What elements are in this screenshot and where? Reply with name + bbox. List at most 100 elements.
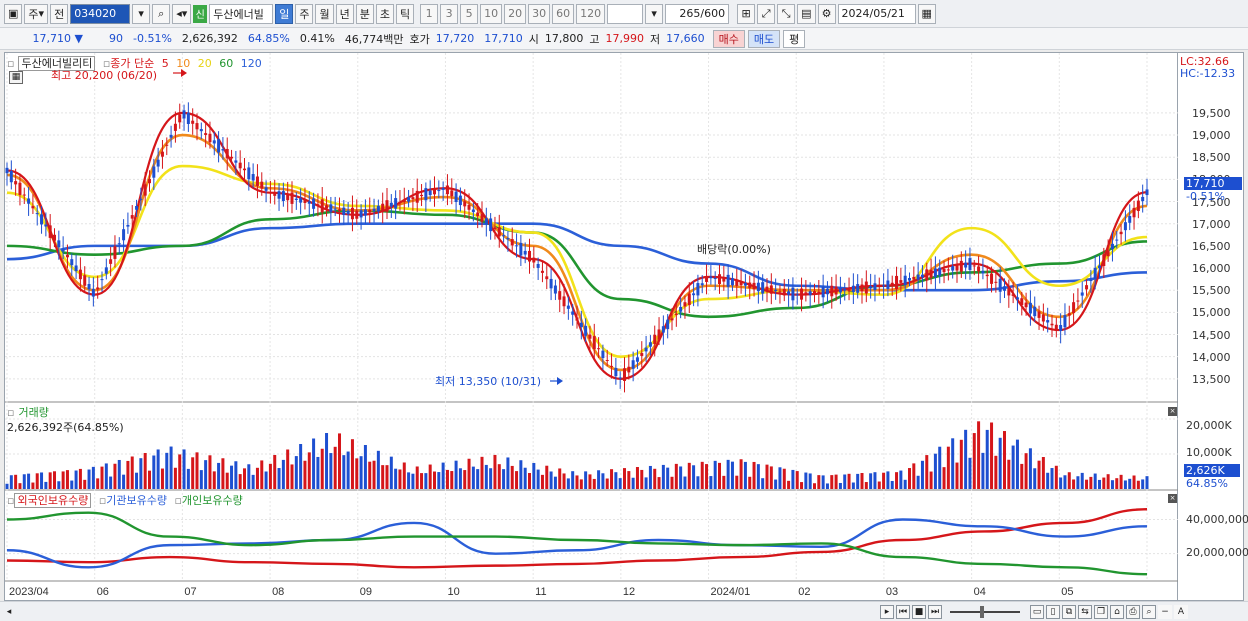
candle-body <box>553 285 557 294</box>
buy-button[interactable]: 매수 <box>712 29 745 48</box>
speaker-icon[interactable]: ◂▾ <box>172 3 192 24</box>
average-button[interactable]: 평 <box>783 29 806 48</box>
volume-bar <box>584 471 588 489</box>
code-dropdown-icon[interactable]: ▾ <box>132 3 151 24</box>
bottom-scroll-bar: ◂ ▸ ⏮ ■ ⏭ ▭ ▯ ⧉ ⇆ ❐ ⌂ ⎙ ⌕ − A <box>0 601 1248 621</box>
font-size-icon[interactable]: A <box>1174 604 1188 619</box>
volume-bar <box>761 478 765 489</box>
panel-add-icon[interactable]: ▭ <box>1030 604 1044 619</box>
period-second-button[interactable]: 초 <box>375 3 394 24</box>
interval-dropdown-icon[interactable]: ▾ <box>645 3 664 24</box>
period-week-button[interactable]: 주 <box>295 3 314 24</box>
rewind-icon[interactable]: ⏮ <box>896 604 910 619</box>
panel-close-icon[interactable]: × <box>1168 407 1177 416</box>
panel-split-icon[interactable]: ▯ <box>1046 604 1060 619</box>
candle-body <box>441 188 445 190</box>
zoom-slider-thumb[interactable] <box>980 605 984 618</box>
hts-chart-window: ▣ 주 ▾ 전 034020 ▾ ⌕ ◂▾ 신 두산에너빌 일 주 월 년 분 초… <box>0 0 1248 621</box>
horizontal-scrollbar[interactable] <box>16 606 878 618</box>
interval-5-button[interactable]: 5 <box>460 3 479 24</box>
zoom-out-icon[interactable]: − <box>1158 604 1172 619</box>
grid-tools-icon[interactable]: ⊞ <box>737 3 756 24</box>
chart-canvas[interactable]: 2023/04060708091011122024/010203040505/2… <box>5 53 1179 602</box>
candle-body <box>1102 254 1106 267</box>
period-minute-button[interactable]: 분 <box>355 3 374 24</box>
period-tick-button[interactable]: 틱 <box>395 3 415 24</box>
x-tick-label: 03 <box>886 586 898 598</box>
x-tick-label: 09 <box>360 586 372 598</box>
magnify-icon[interactable]: ⌕ <box>1142 604 1156 619</box>
candle-body <box>730 278 734 286</box>
low-label: 저 <box>650 32 661 46</box>
print-icon[interactable]: ⎙ <box>1126 604 1140 619</box>
candle-body <box>117 243 121 245</box>
period-mode-select[interactable]: 주 ▾ <box>24 3 49 24</box>
candle-body <box>363 209 367 216</box>
link-icon[interactable]: ⇆ <box>1078 604 1092 619</box>
candle-body <box>234 160 238 163</box>
prev-button[interactable]: 전 <box>50 3 69 24</box>
calendar-icon[interactable]: ▦ <box>917 3 936 24</box>
volume-bar <box>825 483 829 489</box>
period-month-button[interactable]: 월 <box>315 3 334 24</box>
gear-icon[interactable]: ⚙ <box>817 3 836 24</box>
chart-settings-icon[interactable]: ▦ <box>9 71 23 84</box>
window-copy-icon[interactable]: ⧉ <box>1062 604 1076 619</box>
scroll-right-icon[interactable]: ▸ <box>880 604 894 619</box>
volume-bar <box>173 467 177 489</box>
stock-name-field[interactable]: 두산에너빌 <box>209 3 274 24</box>
chart-expand-icon[interactable]: ⤡ <box>777 3 796 24</box>
candle-body <box>96 287 100 290</box>
period-year-button[interactable]: 년 <box>335 3 354 24</box>
volume-bar <box>532 462 536 489</box>
lock-icon[interactable]: ⌂ <box>1110 604 1124 619</box>
volume-bar <box>148 470 151 489</box>
search-icon[interactable]: ⌕ <box>152 3 171 24</box>
interval-30-button[interactable]: 30 <box>528 3 551 24</box>
volume-bar <box>813 483 816 489</box>
chart-area[interactable]: 2023/04060708091011122024/010203040505/2… <box>4 52 1179 602</box>
forward-icon[interactable]: ⏭ <box>928 604 942 619</box>
volume-bar <box>182 449 186 489</box>
stock-tag-badge: 신 <box>193 4 208 23</box>
candle-body <box>795 294 799 296</box>
volume-bar <box>955 462 959 489</box>
interval-custom-select[interactable] <box>607 3 644 24</box>
scroll-left-icon[interactable]: ◂ <box>2 605 16 619</box>
volume-bar <box>48 472 52 489</box>
candle-body <box>756 282 760 292</box>
interval-10-button[interactable]: 10 <box>480 3 503 24</box>
volume-bar <box>424 473 428 489</box>
candle-body <box>225 148 229 159</box>
candle-body <box>635 357 639 362</box>
ma10-label: 10 <box>176 57 191 70</box>
candle-body <box>407 197 411 202</box>
candle-body <box>135 205 139 210</box>
interval-3-button[interactable]: 3 <box>440 3 459 24</box>
interval-1-button[interactable]: 1 <box>420 3 439 24</box>
stop-icon[interactable]: ■ <box>912 604 926 619</box>
stock-code-input[interactable]: 034020 <box>70 3 131 24</box>
interval-60-button[interactable]: 60 <box>552 3 575 24</box>
candle-body <box>981 270 985 274</box>
panel-close-icon[interactable]: × <box>1168 494 1177 503</box>
candle-body <box>959 260 963 272</box>
volume-bar <box>869 473 873 489</box>
count-field[interactable]: 265/600 <box>665 3 730 24</box>
volume-bar <box>312 438 316 489</box>
window-restore-icon[interactable]: ❐ <box>1094 604 1108 619</box>
zoom-slider[interactable] <box>950 605 1020 618</box>
period-day-button[interactable]: 일 <box>275 3 294 24</box>
sell-button[interactable]: 매도 <box>747 29 781 48</box>
interval-20-button[interactable]: 20 <box>504 3 527 24</box>
save-icon[interactable]: ▤ <box>797 3 816 24</box>
layout-icon[interactable]: ▣ <box>4 3 23 24</box>
volume-bar <box>1085 479 1089 489</box>
candle-body <box>104 267 108 274</box>
date-field[interactable]: 2024/05/21 <box>837 3 916 24</box>
draw-tools-icon[interactable]: ⤢ <box>757 3 776 24</box>
volume-bar <box>338 433 341 489</box>
interval-120-button[interactable]: 120 <box>576 3 606 24</box>
volume-bar <box>778 467 782 489</box>
candle-body <box>648 342 652 347</box>
